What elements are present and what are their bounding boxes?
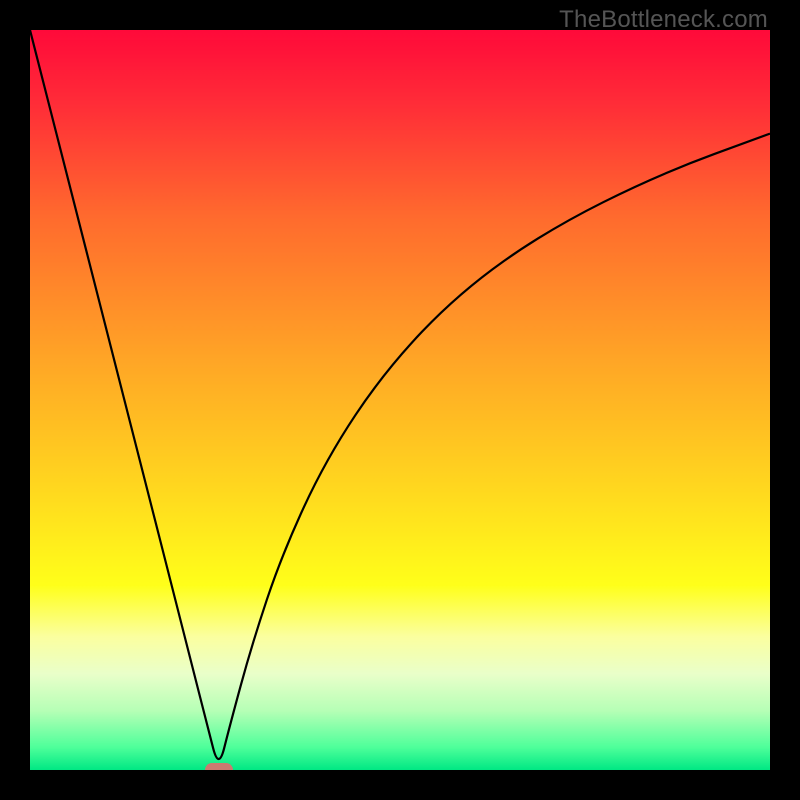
curve-svg xyxy=(30,30,770,770)
watermark-text: TheBottleneck.com xyxy=(559,6,768,34)
chart-frame: TheBottleneck.com xyxy=(0,0,800,800)
plot-area xyxy=(30,30,770,770)
bottleneck-marker xyxy=(205,763,233,770)
curve-path xyxy=(30,30,770,759)
